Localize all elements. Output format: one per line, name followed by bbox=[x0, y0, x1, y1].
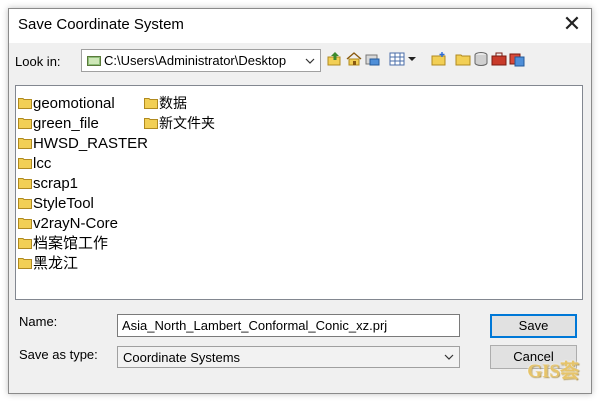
list-item-label: HWSD_RASTER bbox=[33, 135, 149, 152]
chevron-down-icon[interactable] bbox=[439, 347, 459, 367]
save-as-type-dropdown[interactable]: Coordinate Systems bbox=[117, 346, 460, 368]
list-item-label: 新文件夹 bbox=[159, 115, 215, 131]
folder-icon[interactable] bbox=[455, 51, 471, 67]
save-as-type-label: Save as type: bbox=[19, 347, 98, 362]
database-icon[interactable] bbox=[473, 51, 489, 67]
new-folder-icon[interactable] bbox=[431, 51, 447, 67]
folder-icon bbox=[18, 98, 32, 109]
watermark-logo: GIS荟 bbox=[527, 361, 579, 382]
list-item-label: green_file bbox=[33, 115, 99, 132]
look-in-label: Look in: bbox=[15, 54, 61, 69]
chevron-down-icon[interactable] bbox=[407, 51, 417, 67]
name-label: Name: bbox=[19, 314, 58, 329]
folder-icon bbox=[18, 258, 32, 269]
save-coordinate-system-dialog: Save Coordinate System ✕ Look in: C:\Use… bbox=[8, 8, 592, 394]
folder-icon bbox=[18, 198, 32, 209]
close-button[interactable]: ✕ bbox=[557, 11, 587, 39]
title-bar: Save Coordinate System ✕ bbox=[9, 9, 591, 43]
folder-icon bbox=[87, 56, 101, 66]
look-in-dropdown[interactable]: C:\Users\Administrator\Desktop bbox=[81, 49, 321, 72]
folder-icon bbox=[18, 158, 32, 169]
connect-folder-icon[interactable] bbox=[365, 51, 381, 67]
list-item-label: 数据 bbox=[159, 95, 187, 111]
catalog-icon[interactable] bbox=[509, 51, 525, 67]
look-in-path: C:\Users\Administrator\Desktop bbox=[104, 53, 287, 68]
chevron-down-icon[interactable] bbox=[300, 50, 320, 71]
folder-icon bbox=[144, 98, 158, 109]
save-as-type-value: Coordinate Systems bbox=[123, 350, 241, 365]
list-item-label: v2rayN-Core bbox=[33, 215, 119, 232]
name-input[interactable] bbox=[117, 314, 460, 337]
list-item-label: StyleTool bbox=[33, 195, 94, 212]
list-item-label: 档案馆工作 bbox=[33, 235, 109, 252]
up-folder-icon[interactable] bbox=[327, 51, 343, 67]
home-icon[interactable] bbox=[346, 51, 362, 67]
folder-icon bbox=[18, 178, 32, 189]
list-item-label: scrap1 bbox=[33, 175, 79, 192]
list-item-label: geomotional bbox=[33, 95, 115, 112]
list-item-label: 黑龙江 bbox=[33, 255, 79, 272]
folder-icon bbox=[144, 118, 158, 129]
folder-icon bbox=[18, 238, 32, 249]
file-list[interactable]: geomotional green_file HWSD_RASTER lcc s… bbox=[15, 85, 583, 300]
view-list-icon[interactable] bbox=[389, 51, 405, 67]
folder-icon bbox=[18, 218, 32, 229]
save-button[interactable]: Save bbox=[490, 314, 577, 338]
list-item-label: lcc bbox=[33, 155, 52, 172]
toolbox-icon[interactable] bbox=[491, 51, 507, 67]
dialog-title: Save Coordinate System bbox=[18, 16, 184, 33]
folder-icon bbox=[18, 138, 32, 149]
folder-icon bbox=[18, 118, 32, 129]
